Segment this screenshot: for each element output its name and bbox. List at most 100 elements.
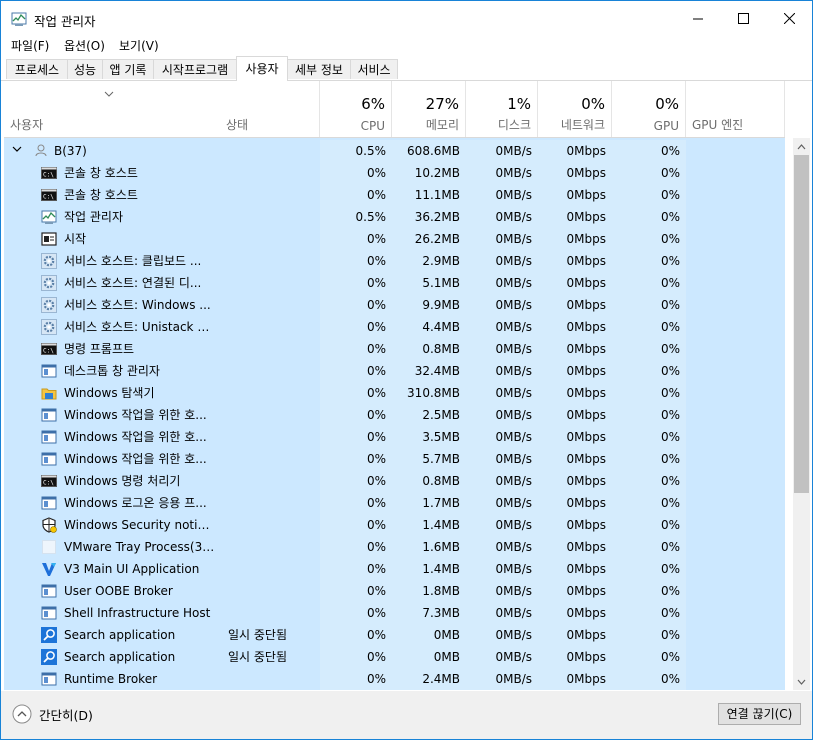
process-table: B(37) 0.5% 608.6MB 0MB/s 0Mbps 0% C:\ 콘솔 …: [4, 138, 785, 690]
collapse-chevron-icon[interactable]: [11, 143, 23, 155]
process-memory: 32.4MB: [392, 360, 466, 382]
console-icon: C:\: [41, 187, 57, 203]
process-row[interactable]: Windows 작업을 위한 호... 0% 3.5MB 0MB/s 0Mbps 0%: [4, 426, 785, 448]
process-row[interactable]: C:\ 콘솔 창 호스트 0% 10.2MB 0MB/s 0Mbps 0%: [4, 162, 785, 184]
process-row[interactable]: Shell Infrastructure Host 0% 7.3MB 0MB/s 0Mb…: [4, 602, 785, 624]
scroll-up-button[interactable]: [793, 138, 810, 155]
tab-details[interactable]: 세부 정보: [287, 59, 351, 79]
console-icon: C:\: [41, 341, 57, 357]
maximize-button[interactable]: [720, 1, 766, 35]
minimize-button[interactable]: [675, 1, 721, 35]
process-disk: 0MB/s: [466, 294, 538, 316]
process-row[interactable]: Windows 작업을 위한 호... 0% 2.5MB 0MB/s 0Mbps 0%: [4, 404, 785, 426]
process-cpu: 0%: [320, 668, 392, 690]
process-disk: 0MB/s: [466, 272, 538, 294]
process-row[interactable]: V3 Main UI Application 0% 1.4MB 0MB/s 0Mbps 0…: [4, 558, 785, 580]
process-status: 일시 중단됨: [228, 650, 288, 664]
process-network: 0Mbps: [538, 426, 612, 448]
process-cpu: 0%: [320, 272, 392, 294]
process-gpu: 0%: [612, 448, 686, 470]
process-row[interactable]: Search application 일시 중단됨 0% 0MB 0MB/s 0Mbps 0…: [4, 646, 785, 668]
process-row[interactable]: 서비스 호스트: Unistack S... 0% 4.4MB 0MB/s 0Mbps 0…: [4, 316, 785, 338]
window-icon: [41, 605, 57, 621]
scrollbar-thumb[interactable]: [794, 155, 809, 493]
search-icon: [41, 627, 57, 643]
col-disk-label: 디스크: [497, 118, 531, 132]
process-disk: 0MB/s: [466, 558, 538, 580]
process-memory: 1.4MB: [392, 514, 466, 536]
col-gpu-engine[interactable]: GPU 엔진: [686, 81, 785, 137]
process-status: [220, 294, 320, 316]
col-gpu[interactable]: 0% GPU: [612, 81, 686, 137]
process-memory: 11.1MB: [392, 184, 466, 206]
process-status: [220, 338, 320, 360]
process-gpu: 0%: [612, 602, 686, 624]
col-disk[interactable]: 1% 디스크: [466, 81, 538, 137]
process-row[interactable]: Windows 탐색기 0% 310.8MB 0MB/s 0Mbps 0%: [4, 382, 785, 404]
fewer-details-label: 간단히(D): [39, 707, 93, 723]
process-row[interactable]: 서비스 호스트: 연결된 디... 0% 5.1MB 0MB/s 0Mbps 0%: [4, 272, 785, 294]
col-memory[interactable]: 27% 메모리: [392, 81, 466, 137]
col-cpu[interactable]: 6% CPU: [320, 81, 392, 137]
menu-options[interactable]: 옵션(O): [62, 37, 107, 54]
menu-view[interactable]: 보기(V): [117, 37, 161, 54]
process-row[interactable]: 시작 0% 26.2MB 0MB/s 0Mbps 0%: [4, 228, 785, 250]
process-cpu: 0%: [320, 404, 392, 426]
fewer-details-button[interactable]: 간단히(D): [12, 704, 93, 724]
process-row[interactable]: 작업 관리자 0.5% 36.2MB 0MB/s 0Mbps 0%: [4, 206, 785, 228]
process-disk: 0MB/s: [466, 448, 538, 470]
tab-processes[interactable]: 프로세스: [6, 59, 68, 79]
process-network: 0Mbps: [538, 448, 612, 470]
process-row[interactable]: Windows 작업을 위한 호... 0% 5.7MB 0MB/s 0Mbps 0%: [4, 448, 785, 470]
col-user[interactable]: 사용자: [4, 81, 220, 137]
menu-file[interactable]: 파일(F): [9, 37, 51, 54]
process-row[interactable]: User OOBE Broker 0% 1.8MB 0MB/s 0Mbps 0%: [4, 580, 785, 602]
process-row[interactable]: Windows 로그온 응용 프... 0% 1.7MB 0MB/s 0Mbps 0%: [4, 492, 785, 514]
process-gpu: 0%: [612, 184, 686, 206]
col-network[interactable]: 0% 네트워크: [538, 81, 612, 137]
col-status[interactable]: 상태: [220, 81, 320, 137]
col-network-pct: 0%: [581, 95, 605, 113]
tab-services[interactable]: 서비스: [350, 59, 398, 79]
process-row[interactable]: 데스크톱 창 관리자 0% 32.4MB 0MB/s 0Mbps 0%: [4, 360, 785, 382]
process-gpu: 0%: [612, 338, 686, 360]
process-gpu: 0%: [612, 228, 686, 250]
process-name: 서비스 호스트: Unistack S...: [64, 320, 216, 334]
process-name: 콘솔 창 호스트: [64, 166, 138, 180]
window-title: 작업 관리자: [34, 14, 96, 29]
process-row[interactable]: C:\ Windows 명령 처리기 0% 0.8MB 0MB/s 0Mbps 0%: [4, 470, 785, 492]
process-cpu: 0%: [320, 536, 392, 558]
tab-users[interactable]: 사용자: [236, 56, 288, 81]
close-icon: [783, 12, 795, 24]
process-network: 0Mbps: [538, 206, 612, 228]
tab-app-history[interactable]: 앱 기록: [102, 59, 154, 79]
tab-performance[interactable]: 성능: [67, 59, 103, 79]
group-memory: 608.6MB: [392, 140, 466, 162]
process-memory: 2.5MB: [392, 404, 466, 426]
process-row[interactable]: C:\ 명령 프롬프트 0% 0.8MB 0MB/s 0Mbps 0%: [4, 338, 785, 360]
user-group-row[interactable]: B(37) 0.5% 608.6MB 0MB/s 0Mbps 0%: [4, 140, 785, 162]
process-row[interactable]: Runtime Broker 0% 2.4MB 0MB/s 0Mbps 0%: [4, 668, 785, 690]
process-row[interactable]: Windows Security notifica... 0% 1.4MB 0MB/s…: [4, 514, 785, 536]
vertical-scrollbar[interactable]: [793, 138, 810, 690]
tab-bar: 프로세스 성능 앱 기록 시작프로그램 사용자 세부 정보 서비스: [1, 56, 812, 81]
tab-startup[interactable]: 시작프로그램: [153, 59, 237, 79]
process-row[interactable]: C:\ 콘솔 창 호스트 0% 11.1MB 0MB/s 0Mbps 0%: [4, 184, 785, 206]
gear-icon: [41, 297, 57, 313]
close-button[interactable]: [766, 1, 812, 35]
window-icon: [41, 583, 57, 599]
process-row[interactable]: 서비스 호스트: 클립보드 ... 0% 2.9MB 0MB/s 0Mbps 0%: [4, 250, 785, 272]
process-cpu: 0%: [320, 294, 392, 316]
process-status: [220, 492, 320, 514]
process-row[interactable]: Search application 일시 중단됨 0% 0MB 0MB/s 0Mbps 0…: [4, 624, 785, 646]
group-network: 0Mbps: [538, 140, 612, 162]
col-user-label: 사용자: [10, 118, 44, 132]
minimize-icon: [692, 18, 703, 19]
start-icon: [41, 231, 57, 247]
disconnect-button[interactable]: 연결 끊기(C): [718, 703, 801, 725]
scroll-down-button[interactable]: [793, 673, 810, 690]
process-status: [220, 382, 320, 404]
process-row[interactable]: VMware Tray Process(32... 0% 1.6MB 0MB/s 0Mb…: [4, 536, 785, 558]
process-row[interactable]: 서비스 호스트: Windows ... 0% 9.9MB 0MB/s 0Mbps 0%: [4, 294, 785, 316]
process-status: [220, 206, 320, 228]
